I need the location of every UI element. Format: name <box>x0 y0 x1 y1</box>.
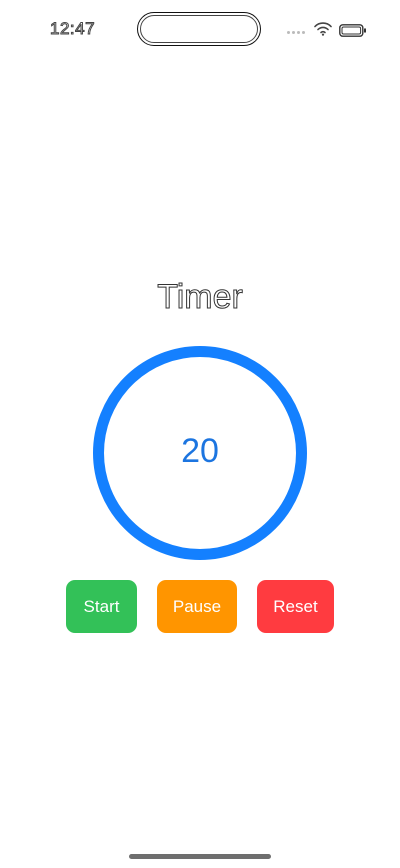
start-button[interactable]: Start <box>66 580 137 633</box>
page-title: Timer <box>157 278 244 317</box>
status-time: 12:47 <box>49 19 96 39</box>
dynamic-island <box>137 12 261 46</box>
pause-button[interactable]: Pause <box>157 580 237 633</box>
battery-icon <box>339 24 366 37</box>
timer-value: 20 <box>181 432 219 470</box>
home-indicator[interactable] <box>129 854 271 859</box>
status-icons <box>287 22 369 38</box>
reset-button[interactable]: Reset <box>257 580 334 633</box>
wifi-icon <box>314 22 332 36</box>
signal-dots-icon <box>287 31 305 34</box>
